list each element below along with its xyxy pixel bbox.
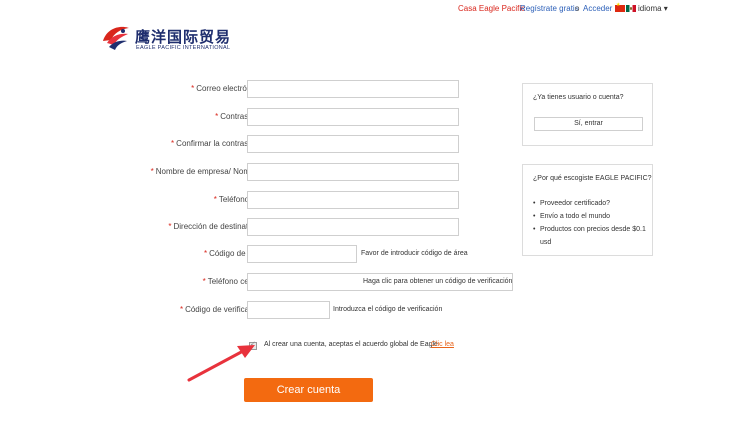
required-mark: *: [191, 84, 195, 93]
create-account-button[interactable]: Crear cuenta: [244, 378, 373, 402]
home-link[interactable]: Casa Eagle Pacific: [458, 4, 525, 13]
agreement-text: Al crear una cuenta, aceptas el acuerdo …: [264, 341, 438, 348]
language-dropdown[interactable]: idioma ▾: [638, 4, 668, 13]
area-code-field[interactable]: [247, 245, 357, 263]
reasons-list: Proveedor certificado? Envío a todo el m…: [533, 197, 650, 249]
eagle-logo-icon: [103, 26, 129, 50]
area-code-hint: Favor de introducir código de área: [361, 250, 468, 257]
company-logo[interactable]: 鹰洋国际贸易 EAGLE PACIFIC INTERNATIONAL: [100, 23, 240, 55]
send-code-button[interactable]: Haga clic para obtener un código de veri…: [363, 278, 512, 285]
required-mark: *: [213, 195, 217, 204]
mobile-field[interactable]: Haga clic para obtener un código de veri…: [247, 273, 513, 291]
verification-code-field[interactable]: [247, 301, 330, 319]
list-item: Envío a todo el mundo: [533, 210, 650, 223]
required-mark: *: [171, 139, 175, 148]
verification-row: * Código de verificación: Introduzca el c…: [0, 301, 753, 321]
sign-in-button[interactable]: Sí, entrar: [534, 117, 643, 131]
agreement-link[interactable]: Clic lea: [431, 341, 454, 348]
existing-account-title: ¿Ya tienes usuario o cuenta?: [533, 94, 624, 101]
required-mark: *: [202, 277, 206, 286]
separator-text: o: [575, 4, 580, 13]
list-item: Proveedor certificado?: [533, 197, 650, 210]
required-mark: *: [179, 305, 184, 314]
required-mark: *: [168, 222, 172, 231]
list-item: Productos con precios desde $0.1 usd: [533, 223, 650, 249]
address-field[interactable]: [247, 218, 459, 236]
mexico-flag-icon[interactable]: [626, 5, 636, 12]
company-name-field[interactable]: [247, 163, 459, 181]
landline-field[interactable]: [247, 191, 459, 209]
required-mark: *: [215, 112, 219, 121]
why-choose-title: ¿Por qué escogiste EAGLE PACIFIC?: [533, 175, 652, 182]
required-mark: *: [203, 249, 208, 258]
login-link[interactable]: Acceder: [583, 4, 612, 13]
verification-hint: Introduzca el código de verificación: [333, 306, 443, 313]
why-choose-box: ¿Por qué escogiste EAGLE PACIFIC? Provee…: [522, 164, 653, 256]
logo-english-text: EAGLE PACIFIC INTERNATIONAL: [136, 45, 231, 51]
china-flag-icon[interactable]: [615, 2, 625, 12]
confirm-password-field[interactable]: [247, 135, 459, 153]
email-field[interactable]: [247, 80, 459, 98]
top-bar: Casa Eagle Pacific Regístrate gratis o A…: [0, 0, 753, 17]
mobile-row: * Teléfono celular: Haga clic para obtene…: [0, 273, 753, 293]
register-link[interactable]: Regístrate gratis: [520, 4, 579, 13]
required-mark: *: [150, 167, 154, 176]
existing-account-box: ¿Ya tienes usuario o cuenta? Sí, entrar: [522, 83, 653, 146]
password-field[interactable]: [247, 108, 459, 126]
logo-chinese-text: 鹰洋国际贸易: [135, 28, 232, 46]
